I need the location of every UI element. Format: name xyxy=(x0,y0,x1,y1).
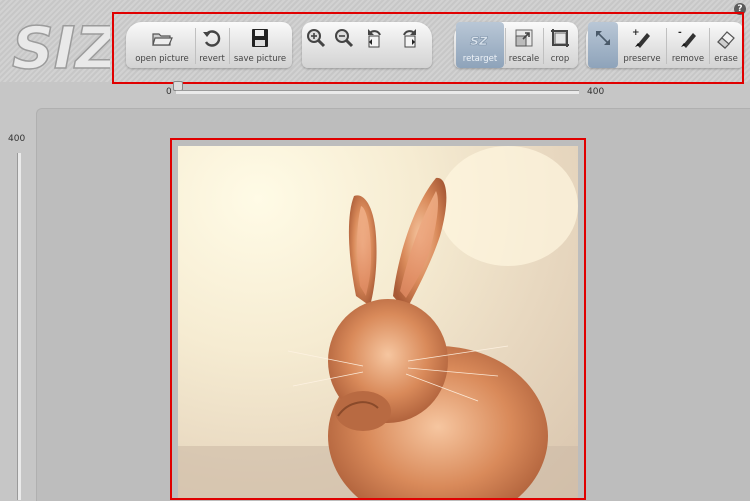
width-slider[interactable] xyxy=(176,90,579,94)
width-slider-min: 0 xyxy=(166,87,172,97)
width-slider-max: 400 xyxy=(587,87,605,97)
height-slider-max: 400 xyxy=(8,134,26,144)
svg-text:SIZR: SIZR xyxy=(12,14,110,80)
height-slider[interactable] xyxy=(17,153,21,500)
image-highlight xyxy=(170,138,586,500)
toolbar-highlight xyxy=(112,12,744,84)
sizr-logo: SIZR xyxy=(11,13,110,80)
